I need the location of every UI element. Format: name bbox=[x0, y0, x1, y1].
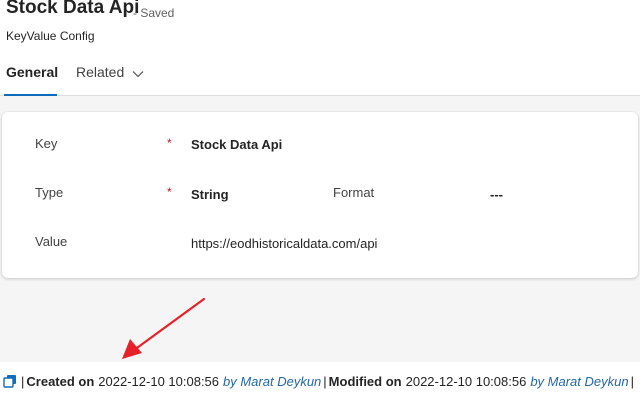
format-field[interactable]: --- bbox=[490, 187, 503, 202]
modified-datetime: 2022-12-10 10:08:56 bbox=[405, 373, 527, 389]
value-field[interactable]: https://eodhistoricaldata.com/api bbox=[191, 236, 377, 251]
key-label: Key bbox=[35, 136, 58, 151]
tab-general-label: General bbox=[6, 64, 59, 80]
footer-separator: | bbox=[630, 373, 634, 389]
footer-separator: | bbox=[323, 373, 327, 389]
modified-by-link[interactable]: by Marat Deykun bbox=[530, 374, 628, 389]
record-header: Stock Data Api - Saved KeyValue Config G… bbox=[0, 0, 640, 96]
format-label: Format bbox=[333, 185, 375, 200]
tab-general[interactable]: General bbox=[4, 58, 59, 96]
tab-related-label: Related bbox=[76, 64, 125, 80]
copy-icon[interactable] bbox=[2, 373, 18, 389]
key-required-marker: * bbox=[167, 136, 172, 150]
annotation-arrow-icon bbox=[122, 297, 206, 359]
value-label: Value bbox=[35, 234, 68, 249]
active-tab-indicator bbox=[4, 94, 57, 96]
created-on-label: Created on bbox=[26, 373, 95, 389]
chevron-down-icon bbox=[132, 65, 144, 81]
tab-related[interactable]: Related bbox=[76, 58, 144, 96]
created-datetime: 2022-12-10 10:08:56 bbox=[98, 373, 220, 389]
tab-bar: General Related bbox=[0, 58, 640, 96]
record-title: Stock Data Api bbox=[6, 0, 140, 18]
entity-name: KeyValue Config bbox=[6, 29, 95, 43]
type-required-marker: * bbox=[167, 185, 172, 199]
record-footer: | Created on 2022-12-10 10:08:56 by Mara… bbox=[0, 362, 640, 400]
save-status: - Saved bbox=[133, 6, 175, 20]
type-label: Type bbox=[35, 185, 64, 200]
footer-separator: | bbox=[21, 373, 25, 389]
type-field[interactable]: String bbox=[191, 187, 229, 202]
created-by-link[interactable]: by Marat Deykun bbox=[223, 374, 321, 389]
modified-on-label: Modified on bbox=[328, 373, 402, 389]
general-form-card: Key * Stock Data Api Type * String Forma… bbox=[2, 112, 638, 278]
audit-info: | Created on 2022-12-10 10:08:56 by Mara… bbox=[2, 372, 640, 390]
key-field[interactable]: Stock Data Api bbox=[191, 137, 282, 152]
